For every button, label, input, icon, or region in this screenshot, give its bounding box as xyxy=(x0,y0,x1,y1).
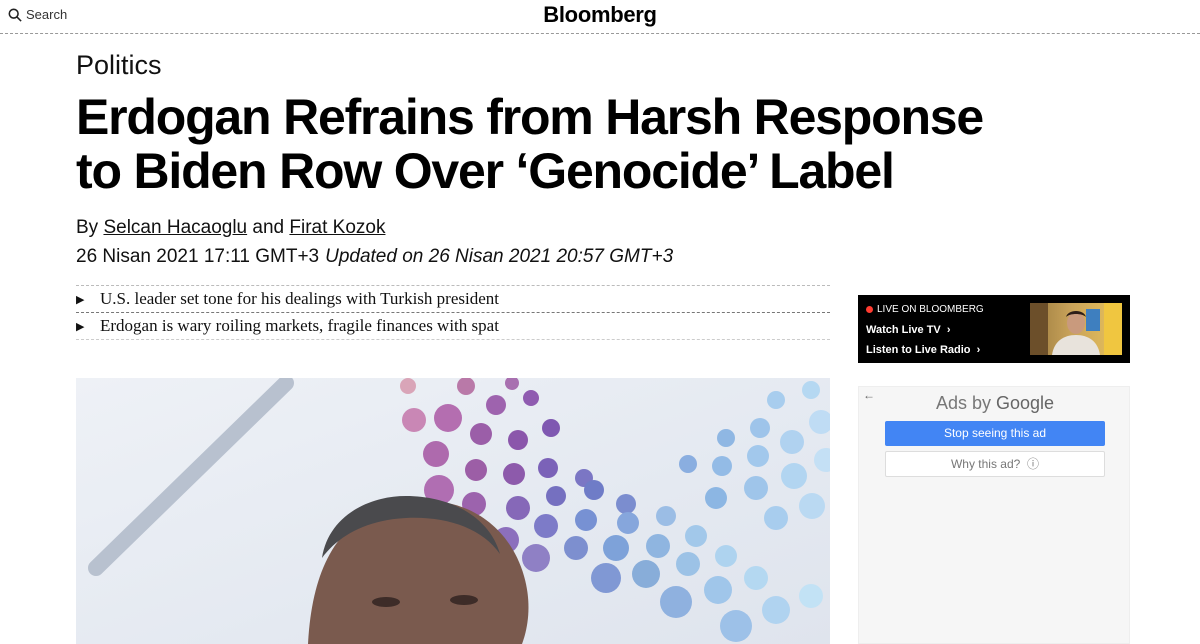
section-label[interactable]: Politics xyxy=(76,50,162,81)
headline-line-1: Erdogan Refrains from Harsh Response xyxy=(76,89,984,145)
byline-and: and xyxy=(252,217,285,238)
live-on-bloomberg-box: LIVE ON BLOOMBERG Watch Live TV › Listen… xyxy=(858,295,1130,363)
ads-by-google: Ads by Google xyxy=(859,393,1131,414)
why-this-ad-label: Why this ad? xyxy=(950,457,1021,471)
google-label: Google xyxy=(996,393,1055,413)
watch-live-tv-label: Watch Live TV xyxy=(866,324,941,336)
abstract-item: ▶ Erdogan is wary roiling markets, fragi… xyxy=(76,313,830,340)
info-icon: ⓘ xyxy=(1023,457,1040,471)
watch-live-tv-link[interactable]: Watch Live TV › xyxy=(866,324,951,336)
abstract-text: U.S. leader set tone for his dealings wi… xyxy=(100,289,499,308)
article-dates: 26 Nisan 2021 17:11 GMT+3 Updated on 26 N… xyxy=(76,246,673,268)
top-bar: Search Bloomberg xyxy=(0,0,1200,34)
listen-live-radio-label: Listen to Live Radio xyxy=(866,344,971,356)
bloomberg-logo[interactable]: Bloomberg xyxy=(0,2,1200,28)
live-dot-icon xyxy=(866,306,873,313)
author-link-firat-kozok[interactable]: Firat Kozok xyxy=(289,217,385,238)
why-this-ad-button[interactable]: Why this ad? ⓘ xyxy=(885,451,1105,477)
ads-by-label: Ads by xyxy=(935,393,991,413)
headline-line-2: to Biden Row Over ‘Genocide’ Label xyxy=(76,143,895,199)
published-date: 26 Nisan 2021 17:11 GMT+3 xyxy=(76,246,320,267)
hero-image xyxy=(76,378,830,644)
byline-prefix: By xyxy=(76,217,99,238)
live-tv-thumbnail[interactable] xyxy=(1030,303,1122,355)
chevron-right-icon: › xyxy=(943,324,951,336)
updated-date: Updated on 26 Nisan 2021 20:57 GMT+3 xyxy=(325,246,674,267)
listen-live-radio-link[interactable]: Listen to Live Radio › xyxy=(866,344,980,356)
article-headline: Erdogan Refrains from Harsh Response to … xyxy=(76,90,1126,198)
triangle-right-icon: ▶ xyxy=(76,293,85,306)
byline: By Selcan Hacaoglu and Firat Kozok xyxy=(76,217,385,239)
hero-photo-illustration xyxy=(88,378,830,644)
chevron-right-icon: › xyxy=(973,344,981,356)
live-badge-label: LIVE ON BLOOMBERG xyxy=(877,304,984,315)
abstract-item: ▶ U.S. leader set tone for his dealings … xyxy=(76,286,830,313)
abstract-text: Erdogan is wary roiling markets, fragile… xyxy=(100,316,499,335)
article-abstract: ▶ U.S. leader set tone for his dealings … xyxy=(76,285,830,340)
ad-container: ← Ads by Google Stop seeing this ad Why … xyxy=(858,386,1130,644)
anchor-thumbnail-illustration xyxy=(1030,303,1122,355)
live-badge: LIVE ON BLOOMBERG xyxy=(866,304,984,315)
triangle-right-icon: ▶ xyxy=(76,320,85,333)
author-link-selcan-hacaoglu[interactable]: Selcan Hacaoglu xyxy=(103,217,247,238)
stop-seeing-this-ad-button[interactable]: Stop seeing this ad xyxy=(885,421,1105,446)
